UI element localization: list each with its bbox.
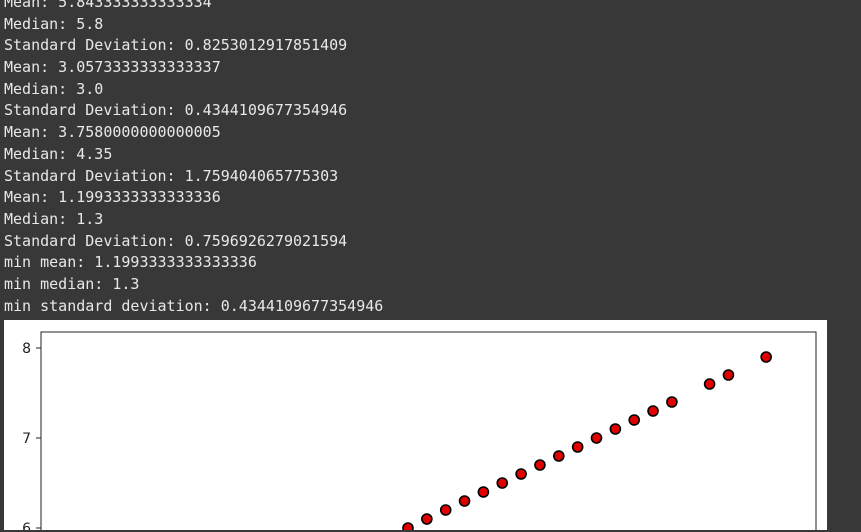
console-line: Mean: 1.1993333333333336: [4, 188, 221, 207]
console-line: Median: 5.8: [4, 14, 104, 33]
scatter-point: [458, 495, 471, 507]
scatter-point: [477, 486, 490, 498]
console-line: Standard Deviation: 0.4344109677354946: [4, 101, 348, 120]
scatter-point: [666, 396, 678, 408]
scatter-point: [515, 468, 527, 480]
console-line: Standard Deviation: 1.759404065775303: [4, 166, 339, 185]
console-output: Mean: 5.843333333333334 Median: 5.8 Standa…: [4, 0, 854, 317]
scatter-point: [571, 441, 584, 453]
scatter-point: [496, 477, 509, 489]
scatter-point: [534, 459, 546, 471]
cell-output-area: Mean: 5.843333333333334 Median: 5.8 Standa…: [0, 0, 861, 532]
console-line: Mean: 3.7580000000000005: [4, 123, 221, 142]
console-line: min median: 1.3: [4, 274, 140, 293]
scatter-plot: 8 7 6: [22, 331, 817, 530]
scatter-point: [722, 369, 735, 381]
console-line: Median: 3.0: [4, 79, 104, 98]
scatter-point: [760, 351, 772, 363]
plot-axes-frame: [40, 331, 817, 530]
console-line: Standard Deviation: 0.8253012917851409: [4, 36, 348, 55]
scatter-point: [421, 513, 433, 525]
console-line: min mean: 1.1993333333333336: [4, 253, 257, 272]
scatter-point: [647, 405, 659, 417]
console-line: Median: 1.3: [4, 209, 104, 228]
scatter-point: [402, 522, 414, 530]
console-line: Mean: 5.843333333333334: [4, 0, 212, 11]
console-line: Median: 4.35: [4, 144, 113, 163]
scatter-point: [439, 504, 452, 516]
y-tick-label: 8: [22, 341, 31, 357]
console-line: Standard Deviation: 0.7596926279021594: [4, 231, 348, 250]
scatter-point: [703, 378, 716, 390]
scatter-point: [552, 450, 565, 462]
y-tick-label: 7: [22, 431, 31, 447]
console-line: Mean: 3.0573333333333337: [4, 58, 221, 77]
y-axis-ticks: 8 7 6: [22, 341, 41, 530]
y-tick-label: 6: [22, 521, 31, 530]
scatter-point: [609, 423, 622, 435]
scatter-plot-figure: 8 7 6: [4, 320, 827, 530]
console-line: min standard deviation: 0.43441096773549…: [4, 296, 384, 315]
scatter-point: [590, 432, 603, 444]
scatter-point: [628, 414, 641, 426]
